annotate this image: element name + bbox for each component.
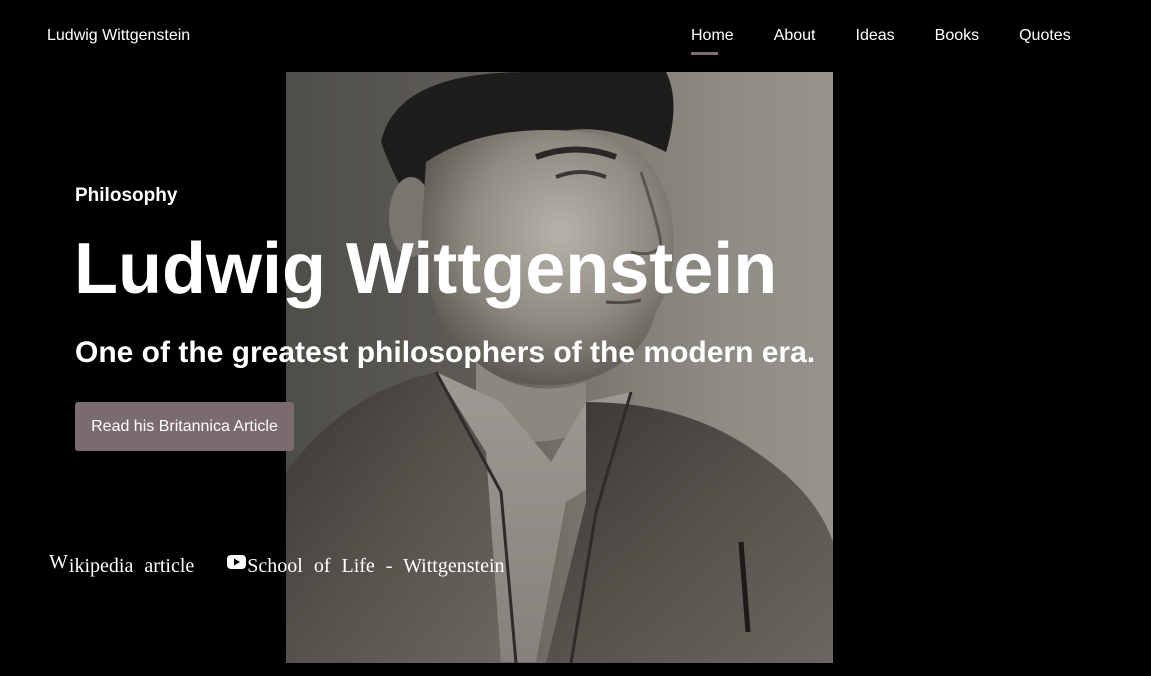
youtube-link-label: School of Life - Wittgenstein	[247, 555, 505, 577]
wikipedia-link-label: ikipedia article	[68, 555, 195, 577]
hero-title: Ludwig Wittgenstein	[74, 229, 778, 309]
nav-books[interactable]: Books	[935, 26, 979, 46]
nav-about[interactable]: About	[774, 26, 816, 46]
wikipedia-link[interactable]: W ikipedia article	[49, 551, 195, 578]
youtube-icon	[227, 555, 247, 569]
nav-home[interactable]: Home	[691, 26, 734, 55]
site-title[interactable]: Ludwig Wittgenstein	[47, 26, 190, 46]
nav-ideas[interactable]: Ideas	[856, 26, 895, 46]
hero-eyebrow: Philosophy	[75, 185, 178, 206]
youtube-link[interactable]: School of Life - Wittgenstein	[227, 554, 505, 578]
wikipedia-w-icon: W	[49, 551, 68, 573]
nav-quotes[interactable]: Quotes	[1019, 26, 1071, 46]
britannica-article-button[interactable]: Read his Britannica Article	[75, 402, 294, 451]
main-nav: Home About Ideas Books Quotes	[691, 26, 1071, 55]
hero-subtitle: One of the greatest philosophers of the …	[75, 336, 816, 369]
external-links: W ikipedia article School of Life - Witt…	[49, 551, 505, 578]
